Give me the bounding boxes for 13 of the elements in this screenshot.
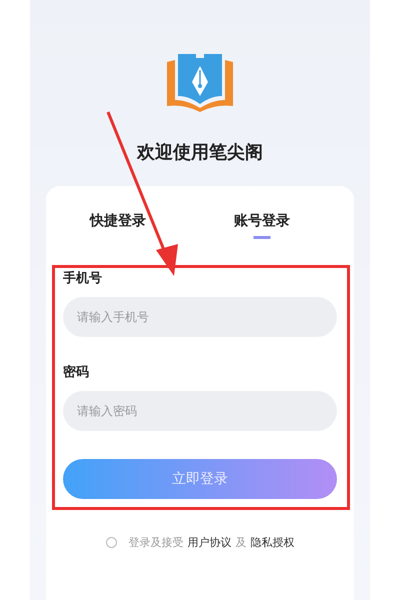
input-field[interactable]: 请输入密码: [63, 391, 337, 431]
agree-radio[interactable]: [106, 537, 116, 548]
login-tab[interactable]: 快捷登录: [90, 212, 146, 239]
login-tab[interactable]: 账号登录: [234, 212, 290, 239]
agree-text: 登录及接受: [128, 535, 184, 550]
conjunction-text: 及: [236, 535, 246, 550]
field-label: 密码: [63, 364, 90, 381]
input-field[interactable]: 请输入手机号: [63, 297, 337, 337]
field-label: 手机号: [63, 270, 103, 287]
user-agreement-link[interactable]: 用户协议: [188, 535, 232, 550]
welcome-title: 欢迎使用笔尖阁: [137, 141, 263, 164]
privacy-link[interactable]: 隐私授权: [250, 535, 294, 550]
book-pen-logo-icon: [165, 52, 235, 114]
